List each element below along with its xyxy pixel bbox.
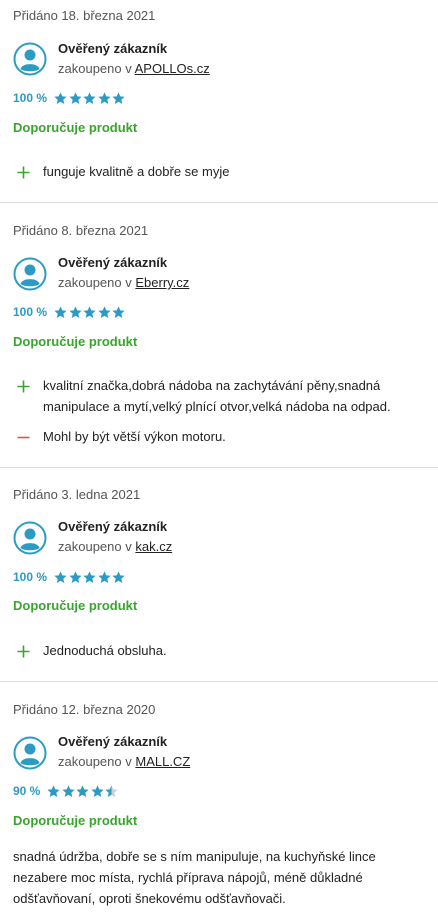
review-text: snadná údržba, dobře se s ním manipuluje… (13, 849, 376, 906)
star-icon (54, 570, 67, 583)
purchase-source-prefix: zakoupeno v (58, 539, 132, 554)
star-icon (62, 784, 75, 797)
review-divider (0, 681, 438, 682)
review-date: Přidáno 3. ledna 2021 (13, 487, 141, 502)
pro-item: funguje kvalitně a dobře se myje (17, 161, 428, 182)
rating-stars (54, 305, 127, 319)
purchase-source: zakoupeno v MALL.CZ (58, 754, 190, 769)
star-icon (97, 305, 111, 318)
star-icon (76, 784, 89, 797)
rating: 90 % (13, 783, 120, 799)
recommend-label: Doporučuje produkt (13, 120, 138, 135)
rating-stars (54, 570, 127, 584)
rating: 100 % (13, 304, 127, 320)
purchase-source-prefix: zakoupeno v (58, 275, 132, 290)
purchase-source: zakoupeno v Eberry.cz (58, 275, 189, 290)
recommend-label: Doporučuje produkt (13, 598, 138, 613)
star-icon (83, 305, 96, 318)
minus-icon (17, 436, 30, 439)
star-icon (83, 91, 96, 104)
purchase-source-prefix: zakoupeno v (58, 61, 132, 76)
shop-link[interactable]: MALL.CZ (135, 754, 190, 769)
rating: 100 % (13, 90, 127, 106)
star-icon (97, 91, 111, 104)
shop-link[interactable]: APOLLOs.cz (135, 61, 210, 76)
rating-stars (47, 784, 120, 798)
star-icon (68, 305, 82, 318)
pro-text: kvalitní značka,dobrá nádoba na zachytáv… (43, 378, 391, 414)
con-text: Mohl by být větší výkon motoru. (43, 429, 226, 444)
review-author: Ověřený zákazník (58, 734, 168, 749)
plus-icon (17, 645, 30, 658)
star-icon (47, 784, 60, 797)
rating-percent: 100 % (13, 91, 48, 105)
review-divider (0, 202, 438, 203)
shop-link[interactable]: kak.cz (135, 539, 172, 554)
avatar-icon (13, 42, 47, 76)
star-icon (97, 570, 111, 583)
purchase-source-prefix: zakoupeno v (58, 754, 132, 769)
star-icon (91, 784, 104, 797)
recommend-label: Doporučuje produkt (13, 813, 138, 828)
star-icon (83, 570, 96, 583)
star-icon (68, 91, 82, 104)
purchase-source: zakoupeno v APOLLOs.cz (58, 61, 210, 76)
star-icon (112, 305, 125, 318)
review-author: Ověřený zákazník (58, 519, 168, 534)
rating: 100 % (13, 569, 127, 585)
plus-icon (17, 166, 30, 179)
con-item: Mohl by být větší výkon motoru. (17, 426, 428, 447)
star-icon (54, 91, 67, 104)
star-icon (68, 570, 82, 583)
review-author: Ověřený zákazník (58, 255, 168, 270)
plus-icon (17, 380, 30, 393)
review-date: Přidáno 18. března 2021 (13, 8, 156, 23)
pro-item: kvalitní značka,dobrá nádoba na zachytáv… (17, 375, 428, 417)
star-icon (112, 570, 125, 583)
pro-text: Jednoduchá obsluha. (43, 643, 167, 658)
star-icon (112, 91, 125, 104)
avatar-icon (13, 736, 47, 770)
star-icon (54, 305, 67, 318)
star-icon (105, 784, 118, 797)
avatar-icon (13, 521, 47, 555)
rating-percent: 100 % (13, 570, 48, 584)
pro-item: Jednoduchá obsluha. (17, 640, 428, 661)
review-author: Ověřený zákazník (58, 41, 168, 56)
shop-link[interactable]: Eberry.cz (135, 275, 189, 290)
pro-text: funguje kvalitně a dobře se myje (43, 164, 230, 179)
purchase-source: zakoupeno v kak.cz (58, 539, 172, 554)
rating-percent: 90 % (13, 784, 41, 798)
rating-percent: 100 % (13, 305, 48, 319)
recommend-label: Doporučuje produkt (13, 334, 138, 349)
review-date: Přidáno 8. března 2021 (13, 223, 149, 238)
rating-stars (54, 91, 127, 105)
review-divider (0, 467, 438, 468)
review-date: Přidáno 12. března 2020 (13, 702, 156, 717)
avatar-icon (13, 257, 47, 291)
